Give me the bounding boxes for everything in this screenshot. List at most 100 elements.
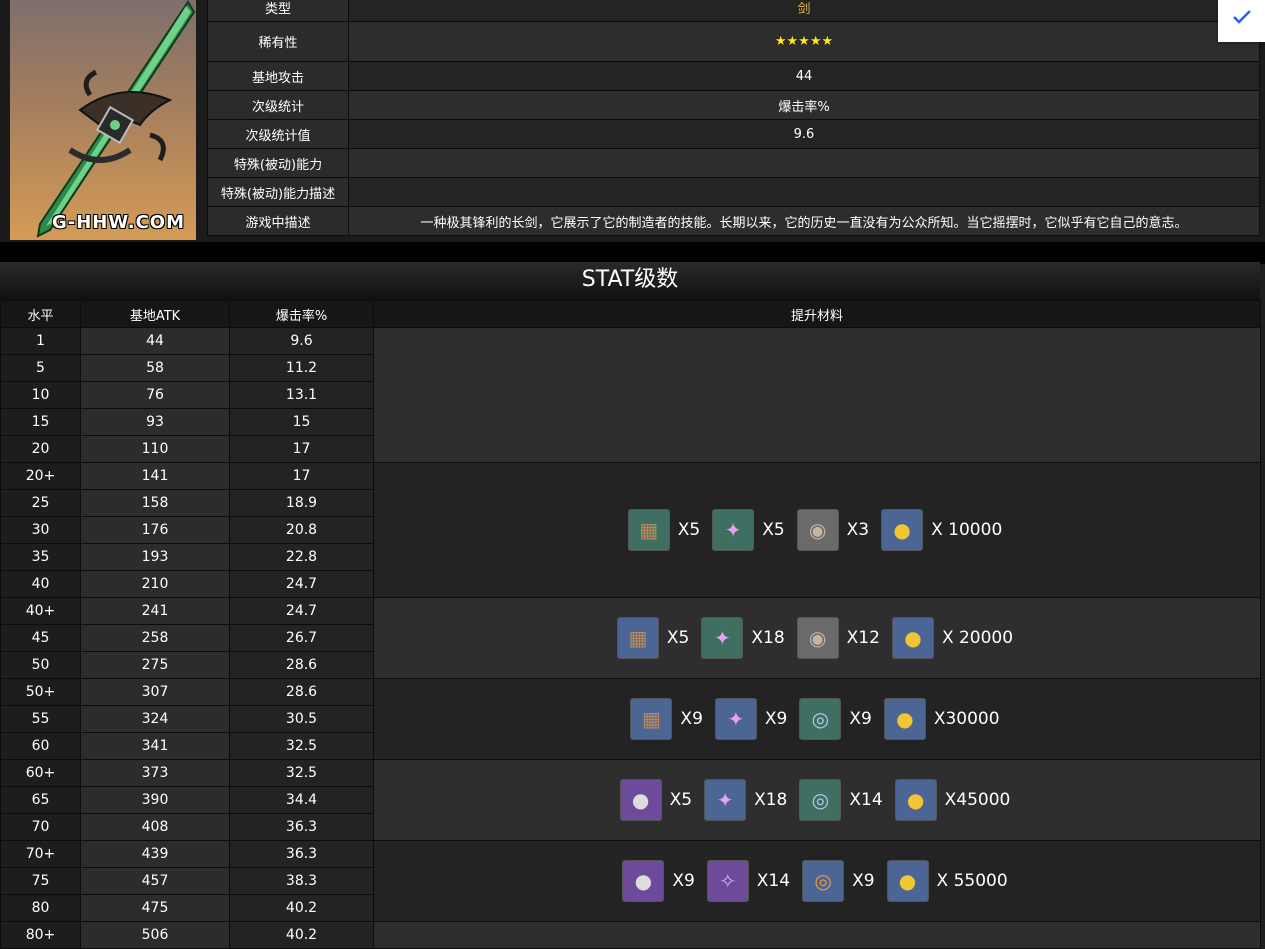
pearl-bench-icon[interactable]: ● — [619, 779, 662, 821]
crit-cell: 18.9 — [229, 489, 374, 517]
material-quantity: X18 — [754, 790, 788, 810]
atk-cell: 258 — [80, 624, 230, 652]
table-row: 70+ 439 36.3 ● X9 ✧ X14 ◎ X9 ● X 55000 — [0, 840, 1261, 922]
crit-cell: 30.5 — [229, 705, 374, 733]
stat-table: 水平 基地ATK 爆击率% 提升材料 1 44 9.6 5 58 11.2 10 76 13.1… — [0, 300, 1261, 949]
table-row: 50+ 307 28.6 ▦ X9 ✦ X9 ◎ X9 ● X30000 — [0, 678, 1261, 760]
material-quantity: X9 — [672, 871, 695, 891]
level-cell: 35 — [0, 543, 81, 571]
crit-cell: 13.1 — [229, 381, 374, 409]
pink-crystal-icon[interactable]: ✦ — [701, 617, 744, 659]
checkbox[interactable] — [1218, 0, 1265, 42]
atk-cell: 475 — [80, 894, 230, 922]
weapon-info-table: 类型剑稀有性 ★★★★★ 基地攻击 44 次级统计 爆击率% 次级统计值 9.6 特殊(被动)能… — [207, 0, 1260, 236]
grey-disc-icon[interactable]: ◉ — [796, 509, 839, 551]
crit-cell: 40.2 — [229, 921, 374, 949]
info-row: 游戏中描述 一种极其锋利的长剑，它展示了它的制造者的技能。长期以来，它的历史一直没… — [207, 206, 1260, 236]
atk-cell: 373 — [80, 759, 230, 787]
info-label: 次级统计值 — [207, 119, 349, 149]
crit-cell: 17 — [229, 462, 374, 490]
bench-stones-icon[interactable]: ▦ — [630, 698, 673, 740]
info-label: 特殊(被动)能力描述 — [207, 177, 349, 207]
materials-cell: ▦ X9 ✦ X9 ◎ X9 ● X30000 — [373, 678, 1261, 760]
info-value: 剑 — [348, 0, 1260, 22]
crit-cell: 36.3 — [229, 813, 374, 841]
level-cell: 50 — [0, 651, 81, 679]
material-quantity: X5 — [677, 520, 701, 540]
material-quantity: X9 — [852, 871, 875, 891]
info-row: 基地攻击 44 — [207, 61, 1260, 91]
atk-cell: 439 — [80, 840, 230, 868]
stat-section-title: STAT级数 — [0, 262, 1260, 301]
atk-cell: 506 — [80, 921, 230, 949]
crit-cell: 26.7 — [229, 624, 374, 652]
materials-cell: ▦ X5 ✦ X5 ◉ X3 ● X 10000 — [373, 462, 1261, 598]
mora-coin-icon[interactable]: ● — [894, 779, 937, 821]
material-quantity: X 10000 — [931, 520, 1003, 540]
atk-cell: 457 — [80, 867, 230, 895]
atk-cell: 324 — [80, 705, 230, 733]
info-row: 特殊(被动)能力描述 — [207, 177, 1260, 207]
pink-crystal-icon[interactable]: ✦ — [704, 779, 747, 821]
info-label: 次级统计 — [207, 90, 349, 120]
info-value — [348, 177, 1260, 207]
level-cell: 80 — [0, 894, 81, 922]
material-quantity: X5 — [666, 628, 690, 648]
info-row: 次级统计 爆击率% — [207, 90, 1260, 120]
crit-cell: 17 — [229, 435, 374, 463]
header-level: 水平 — [0, 300, 81, 328]
atk-cell: 176 — [80, 516, 230, 544]
info-value: 一种极其锋利的长剑，它展示了它的制造者的技能。长期以来，它的历史一直没有为公众所… — [348, 206, 1260, 236]
level-cell: 70+ — [0, 840, 81, 868]
info-label: 类型 — [207, 0, 349, 22]
purple-crystal-icon[interactable]: ✧ — [706, 860, 749, 902]
pink-crystal-icon[interactable]: ✦ — [712, 509, 755, 551]
material-quantity: X14 — [756, 871, 791, 891]
blue-swirl-icon[interactable]: ◎ — [799, 698, 842, 740]
atk-cell: 390 — [80, 786, 230, 814]
mora-coin-icon[interactable]: ● — [891, 617, 934, 659]
info-row: 特殊(被动)能力 — [207, 148, 1260, 178]
material-quantity: X5 — [669, 790, 693, 810]
level-cell: 15 — [0, 408, 81, 436]
bench-stones-icon[interactable]: ▦ — [616, 617, 659, 659]
material-quantity: X30000 — [933, 709, 1000, 729]
level-cell: 25 — [0, 489, 81, 517]
materials-cell — [373, 327, 1261, 463]
bench-stones-icon[interactable]: ▦ — [627, 509, 670, 551]
atk-cell: 408 — [80, 813, 230, 841]
material-quantity: X18 — [751, 628, 785, 648]
material-quantity: X 55000 — [936, 871, 1008, 891]
weapon-header: G-HHW.COM 类型剑稀有性 ★★★★★ 基地攻击 44 次级统计 爆击率% 次级统计值… — [0, 0, 1265, 250]
materials-cell: ▦ X5 ✦ X18 ◉ X12 ● X 20000 — [373, 597, 1261, 679]
materials-cell — [373, 921, 1261, 949]
crit-cell: 38.3 — [229, 867, 374, 895]
blue-swirl-icon[interactable]: ◎ — [799, 779, 842, 821]
material-quantity: X9 — [764, 709, 788, 729]
header-base-atk: 基地ATK — [80, 300, 230, 328]
info-label: 特殊(被动)能力 — [207, 148, 349, 178]
mora-coin-icon[interactable]: ● — [886, 860, 929, 902]
materials-cell: ● X9 ✧ X14 ◎ X9 ● X 55000 — [373, 840, 1261, 922]
materials-cell: ● X5 ✦ X18 ◎ X14 ● X45000 — [373, 759, 1261, 841]
info-value: 44 — [348, 61, 1260, 91]
sword-illustration — [36, 0, 196, 238]
info-row: 次级统计值 9.6 — [207, 119, 1260, 149]
level-cell: 1 — [0, 327, 81, 355]
crit-cell: 40.2 — [229, 894, 374, 922]
level-cell: 20 — [0, 435, 81, 463]
info-value — [348, 148, 1260, 178]
orange-swirl-icon[interactable]: ◎ — [802, 860, 845, 902]
level-cell: 10 — [0, 381, 81, 409]
level-cell: 60 — [0, 732, 81, 760]
rarity-stars: ★★★★★ — [348, 21, 1260, 62]
atk-cell: 241 — [80, 597, 230, 625]
mora-coin-icon[interactable]: ● — [883, 698, 926, 740]
pearl-bench-icon[interactable]: ● — [622, 860, 665, 902]
grey-disc-icon[interactable]: ◉ — [796, 617, 839, 659]
pink-crystal-icon[interactable]: ✦ — [714, 698, 757, 740]
mora-coin-icon[interactable]: ● — [881, 509, 924, 551]
material-quantity: X14 — [849, 790, 883, 810]
atk-cell: 341 — [80, 732, 230, 760]
info-row: 类型剑 — [207, 0, 1260, 22]
